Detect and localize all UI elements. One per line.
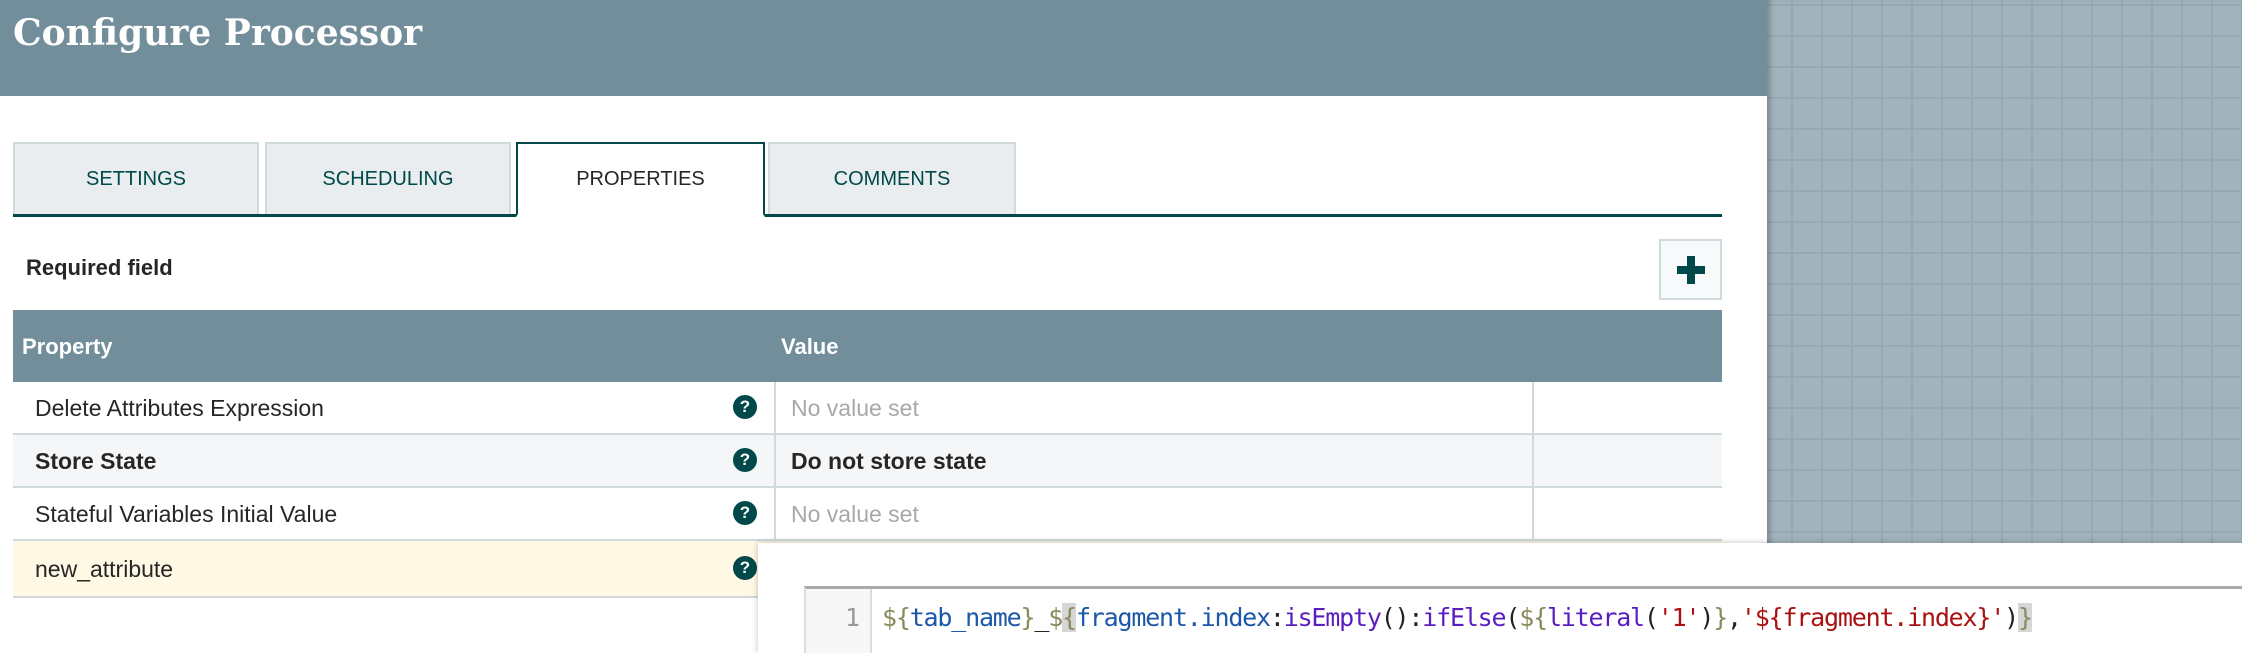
code-token: _ xyxy=(1034,603,1049,632)
line-number: 1 xyxy=(844,603,860,632)
help-icon[interactable]: ? xyxy=(733,501,757,525)
tab-comments[interactable]: COMMENTS xyxy=(768,142,1016,214)
property-value-cell[interactable]: No value set xyxy=(774,382,1534,433)
code-token: } xyxy=(1020,603,1036,632)
tab-settings[interactable]: SETTINGS xyxy=(13,142,259,214)
property-value: No value set xyxy=(791,395,919,421)
table-row[interactable]: Stateful Variables Initial Value ? No va… xyxy=(13,488,1722,541)
property-name: Store State xyxy=(35,448,157,474)
code-token: : xyxy=(1408,603,1423,632)
help-icon[interactable]: ? xyxy=(733,395,757,419)
code-token: { xyxy=(1062,603,1077,632)
plus-icon xyxy=(1676,255,1705,284)
help-icon[interactable]: ? xyxy=(733,448,757,472)
code-token: fragment.index xyxy=(1075,603,1271,632)
code-token: ) xyxy=(2004,603,2019,632)
code-line[interactable]: ${tab_name}_${fragment.index:isEmpty():i… xyxy=(882,603,2033,632)
code-token: } xyxy=(2017,603,2033,632)
code-token: ( xyxy=(1643,603,1659,632)
tab-properties[interactable]: PROPERTIES xyxy=(516,142,765,217)
code-token: ${ xyxy=(882,603,911,632)
dialog-title: Configure Processor xyxy=(13,12,423,54)
code-token: literal xyxy=(1546,603,1645,632)
code-token: tab_name xyxy=(909,603,1022,632)
property-name: Delete Attributes Expression xyxy=(35,395,324,421)
code-token: , xyxy=(1727,603,1742,632)
code-token: '${fragment.index}' xyxy=(1740,603,2005,632)
property-value: No value set xyxy=(791,501,919,527)
code-token: ifElse xyxy=(1422,603,1506,632)
code-token: ( xyxy=(1505,603,1520,632)
property-value-cell[interactable]: No value set xyxy=(774,488,1534,539)
property-name: Stateful Variables Initial Value xyxy=(35,501,338,527)
dialog-header: Configure Processor xyxy=(0,0,1767,96)
line-number-gutter: 1 xyxy=(806,589,872,653)
property-value: Do not store state xyxy=(791,448,987,474)
code-token: ) xyxy=(1699,603,1714,632)
column-header-property[interactable]: Property xyxy=(22,334,112,360)
required-field-label: Required field xyxy=(26,255,173,280)
tab-bar: SETTINGS SCHEDULING PROPERTIES COMMENTS xyxy=(13,142,1722,217)
value-editor-popup: 1 ${tab_name}_${fragment.index:isEmpty()… xyxy=(758,543,2242,653)
add-property-button[interactable] xyxy=(1659,239,1722,300)
code-token: : xyxy=(1269,603,1285,632)
code-token: '1' xyxy=(1657,603,1701,632)
table-row[interactable]: Delete Attributes Expression ? No value … xyxy=(13,382,1722,435)
code-token: ${ xyxy=(1519,603,1548,632)
property-value-cell[interactable]: Do not store state xyxy=(774,435,1534,486)
code-token: $ xyxy=(1048,603,1063,632)
property-name: new_attribute xyxy=(35,556,174,582)
table-row[interactable]: Store State ? Do not store state xyxy=(13,435,1722,488)
code-token: } xyxy=(1713,603,1728,632)
help-icon[interactable]: ? xyxy=(733,556,757,580)
properties-table-header: Property Value xyxy=(13,310,1722,382)
code-token: isEmpty xyxy=(1283,603,1382,632)
code-token: () xyxy=(1380,603,1410,632)
tab-scheduling[interactable]: SCHEDULING xyxy=(265,142,511,214)
expression-editor[interactable]: 1 ${tab_name}_${fragment.index:isEmpty()… xyxy=(804,586,2242,653)
column-header-value[interactable]: Value xyxy=(781,334,838,360)
